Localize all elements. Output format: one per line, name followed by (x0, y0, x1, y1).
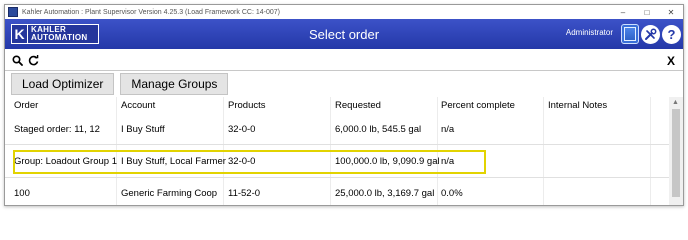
row-divider (5, 144, 669, 145)
column-header-order[interactable]: Order (14, 100, 38, 111)
cell-products: 11-52-0 (228, 188, 261, 199)
column-header-internal-notes[interactable]: Internal Notes (548, 100, 607, 111)
logo-mark: K (12, 25, 28, 43)
toolbar: Load Optimizer Manage Groups (5, 72, 683, 96)
app-header: K KAHLER AUTOMATION Select order Adminis… (5, 19, 683, 49)
maximize-button[interactable]: □ (635, 5, 659, 19)
manage-groups-button[interactable]: Manage Groups (120, 73, 229, 95)
logo-line-2: AUTOMATION (31, 33, 88, 42)
cell-account: I Buy Stuff (121, 124, 165, 135)
search-icon[interactable] (11, 55, 23, 67)
logo-text: KAHLER AUTOMATION (31, 26, 87, 42)
tools-button[interactable] (641, 25, 660, 44)
column-header-requested[interactable]: Requested (335, 100, 381, 111)
kahler-logo: K KAHLER AUTOMATION (11, 24, 99, 44)
cell-order: 100 (14, 188, 30, 199)
close-window-button[interactable]: ✕ (659, 5, 683, 19)
cell-order: Staged order: 11, 12 (14, 124, 100, 135)
help-button[interactable]: ? (662, 25, 681, 44)
close-icon[interactable]: X (667, 54, 675, 68)
refresh-icon[interactable] (27, 55, 39, 67)
tools-icon (645, 28, 657, 40)
row-divider (5, 177, 669, 178)
window-controls: – □ ✕ (611, 5, 683, 19)
current-user: Administrator (565, 28, 613, 37)
table-row[interactable]: 100 Generic Farming Coop 11-52-0 25,000.… (5, 179, 669, 205)
cell-requested: 25,000.0 lb, 3,169.7 gal (335, 188, 435, 199)
keypad-icon (624, 27, 636, 41)
scroll-up-arrow-icon[interactable]: ▲ (672, 99, 679, 106)
vertical-scrollbar[interactable]: ▲ (669, 97, 683, 205)
cell-percent-complete: 0.0% (441, 188, 463, 199)
app-icon (8, 7, 18, 17)
cell-account: Generic Farming Coop (121, 188, 218, 199)
scrollbar-thumb[interactable] (672, 109, 680, 197)
search-bar: X (5, 51, 683, 71)
column-header-percent-complete[interactable]: Percent complete (441, 100, 515, 111)
column-header-products[interactable]: Products (228, 100, 266, 111)
table-row[interactable]: Staged order: 11, 12 I Buy Stuff 32-0-0 … (5, 115, 669, 143)
selected-row-highlight (13, 150, 486, 174)
minimize-button[interactable]: – (611, 5, 635, 19)
search-input[interactable] (43, 52, 667, 69)
orders-table: Order Account Products Requested Percent… (5, 97, 669, 205)
keypad-button[interactable] (621, 24, 639, 44)
cell-percent-complete: n/a (441, 124, 455, 135)
window-title: Kahler Automation : Plant Supervisor Ver… (22, 8, 280, 16)
window-title-bar: Kahler Automation : Plant Supervisor Ver… (5, 5, 683, 19)
app-window: Kahler Automation : Plant Supervisor Ver… (4, 4, 684, 206)
column-header-account[interactable]: Account (121, 100, 155, 111)
cell-requested: 6,000.0 lb, 545.5 gal (335, 124, 422, 135)
load-optimizer-button[interactable]: Load Optimizer (11, 73, 115, 95)
cell-products: 32-0-0 (228, 124, 256, 135)
table-header: Order Account Products Requested Percent… (5, 97, 669, 115)
